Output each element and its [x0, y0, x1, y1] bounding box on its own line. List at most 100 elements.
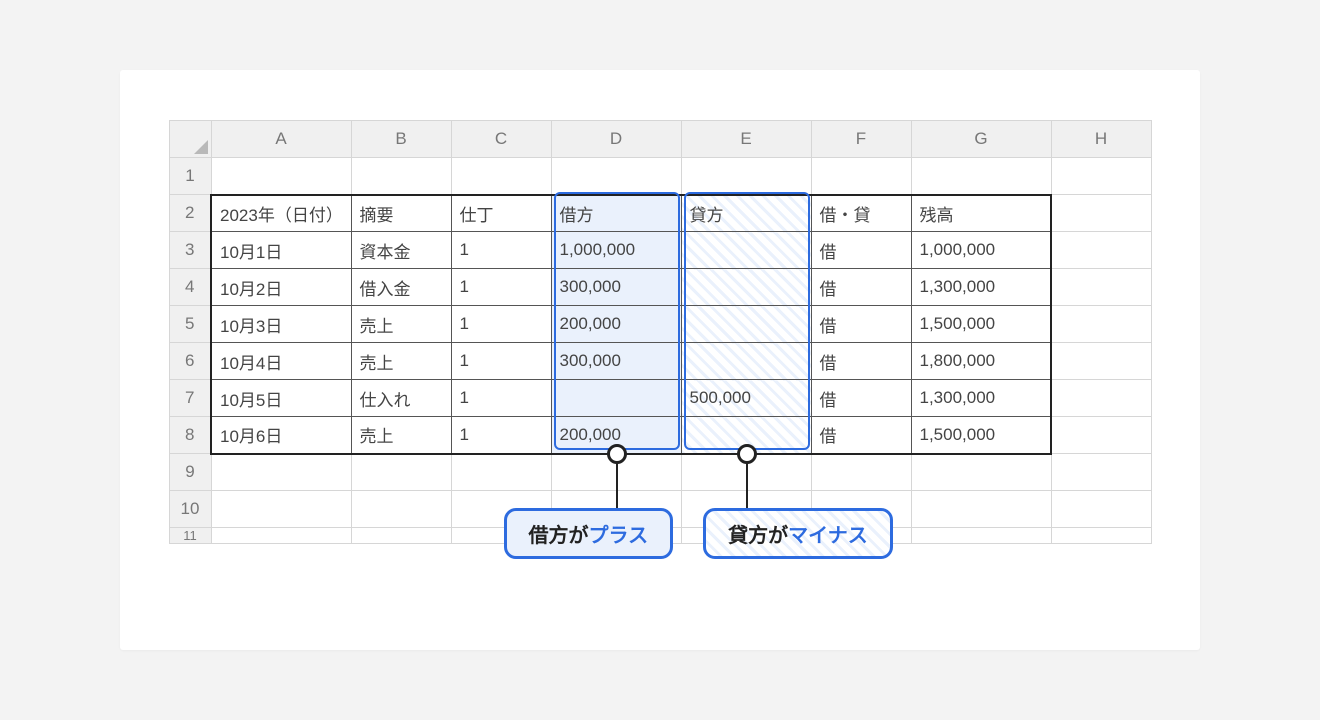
- cell[interactable]: [1051, 528, 1151, 544]
- col-header-B[interactable]: B: [351, 121, 451, 158]
- cell[interactable]: [451, 454, 551, 491]
- cell-drcr[interactable]: 借: [811, 380, 911, 417]
- cell-summary[interactable]: 借入金: [351, 269, 451, 306]
- cell-ref[interactable]: 1: [451, 306, 551, 343]
- col-header-C[interactable]: C: [451, 121, 551, 158]
- cell[interactable]: [1051, 491, 1151, 528]
- cell-credit[interactable]: [681, 232, 811, 269]
- cell[interactable]: [211, 454, 351, 491]
- cell-summary[interactable]: 資本金: [351, 232, 451, 269]
- header-credit[interactable]: 貸方: [681, 195, 811, 232]
- cell-date[interactable]: 10月2日: [211, 269, 351, 306]
- cell[interactable]: [451, 158, 551, 195]
- cell[interactable]: [1051, 232, 1151, 269]
- cell[interactable]: [351, 454, 451, 491]
- header-date[interactable]: 2023年（日付）: [211, 195, 351, 232]
- row-header-4[interactable]: 4: [169, 269, 211, 306]
- cell[interactable]: [811, 158, 911, 195]
- cell-date[interactable]: 10月3日: [211, 306, 351, 343]
- cell-date[interactable]: 10月1日: [211, 232, 351, 269]
- cell-debit[interactable]: [551, 380, 681, 417]
- cell[interactable]: [1051, 269, 1151, 306]
- cell-date[interactable]: 10月5日: [211, 380, 351, 417]
- cell-drcr[interactable]: 借: [811, 232, 911, 269]
- col-header-D[interactable]: D: [551, 121, 681, 158]
- cell-ref[interactable]: 1: [451, 232, 551, 269]
- cell-drcr[interactable]: 借: [811, 269, 911, 306]
- callout-credit-accent: マイナス: [788, 525, 868, 547]
- cell[interactable]: [911, 528, 1051, 544]
- select-all-corner[interactable]: [169, 121, 211, 158]
- cell-drcr[interactable]: 借: [811, 306, 911, 343]
- col-header-E[interactable]: E: [681, 121, 811, 158]
- cell-debit[interactable]: 300,000: [551, 343, 681, 380]
- cell-debit[interactable]: 200,000: [551, 306, 681, 343]
- row-header-8[interactable]: 8: [169, 417, 211, 454]
- cell-drcr[interactable]: 借: [811, 343, 911, 380]
- cell[interactable]: [681, 158, 811, 195]
- col-header-A[interactable]: A: [211, 121, 351, 158]
- cell[interactable]: [911, 158, 1051, 195]
- cell[interactable]: [1051, 306, 1151, 343]
- header-drcr[interactable]: 借・貸: [811, 195, 911, 232]
- cell[interactable]: [1051, 417, 1151, 454]
- cell-credit[interactable]: [681, 343, 811, 380]
- cell-balance[interactable]: 1,500,000: [911, 306, 1051, 343]
- col-header-G[interactable]: G: [911, 121, 1051, 158]
- cell[interactable]: [351, 528, 451, 544]
- cell-balance[interactable]: 1,300,000: [911, 380, 1051, 417]
- cell[interactable]: [211, 491, 351, 528]
- cell-credit[interactable]: [681, 306, 811, 343]
- cell[interactable]: [911, 454, 1051, 491]
- cell[interactable]: [211, 528, 351, 544]
- cell-balance[interactable]: 1,500,000: [911, 417, 1051, 454]
- cell[interactable]: [911, 491, 1051, 528]
- cell[interactable]: [211, 158, 351, 195]
- cell[interactable]: [1051, 380, 1151, 417]
- cell[interactable]: [551, 158, 681, 195]
- row-header-2[interactable]: 2: [169, 195, 211, 232]
- header-summary[interactable]: 摘要: [351, 195, 451, 232]
- row-header-10[interactable]: 10: [169, 491, 211, 528]
- header-ref[interactable]: 仕丁: [451, 195, 551, 232]
- cell-debit[interactable]: 1,000,000: [551, 232, 681, 269]
- cell-date[interactable]: 10月4日: [211, 343, 351, 380]
- cell-debit[interactable]: 300,000: [551, 269, 681, 306]
- cell-credit[interactable]: 500,000: [681, 380, 811, 417]
- cell-ref[interactable]: 1: [451, 417, 551, 454]
- callout-row: 借方がプラス 貸方がマイナス: [504, 508, 893, 559]
- cell[interactable]: [351, 158, 451, 195]
- cell[interactable]: [1051, 195, 1151, 232]
- cell-summary[interactable]: 売上: [351, 306, 451, 343]
- cell-ref[interactable]: 1: [451, 343, 551, 380]
- cell-ref[interactable]: 1: [451, 269, 551, 306]
- cell[interactable]: [1051, 158, 1151, 195]
- header-balance[interactable]: 残高: [911, 195, 1051, 232]
- row-header-7[interactable]: 7: [169, 380, 211, 417]
- cell-summary[interactable]: 仕入れ: [351, 380, 451, 417]
- col-header-F[interactable]: F: [811, 121, 911, 158]
- row-header-6[interactable]: 6: [169, 343, 211, 380]
- row-header-11[interactable]: 11: [169, 528, 211, 544]
- cell[interactable]: [351, 491, 451, 528]
- cell-ref[interactable]: 1: [451, 380, 551, 417]
- row-header-1[interactable]: 1: [169, 158, 211, 195]
- header-debit[interactable]: 借方: [551, 195, 681, 232]
- callout-credit-prefix: 貸方が: [728, 525, 788, 547]
- cell-balance[interactable]: 1,800,000: [911, 343, 1051, 380]
- cell-credit[interactable]: [681, 269, 811, 306]
- row-header-5[interactable]: 5: [169, 306, 211, 343]
- cell[interactable]: [1051, 454, 1151, 491]
- cell-summary[interactable]: 売上: [351, 417, 451, 454]
- connector-credit: [746, 453, 749, 508]
- col-header-H[interactable]: H: [1051, 121, 1151, 158]
- row-header-3[interactable]: 3: [169, 232, 211, 269]
- row-header-9[interactable]: 9: [169, 454, 211, 491]
- cell[interactable]: [811, 454, 911, 491]
- cell-date[interactable]: 10月6日: [211, 417, 351, 454]
- cell-summary[interactable]: 売上: [351, 343, 451, 380]
- cell-balance[interactable]: 1,000,000: [911, 232, 1051, 269]
- cell-drcr[interactable]: 借: [811, 417, 911, 454]
- cell[interactable]: [1051, 343, 1151, 380]
- cell-balance[interactable]: 1,300,000: [911, 269, 1051, 306]
